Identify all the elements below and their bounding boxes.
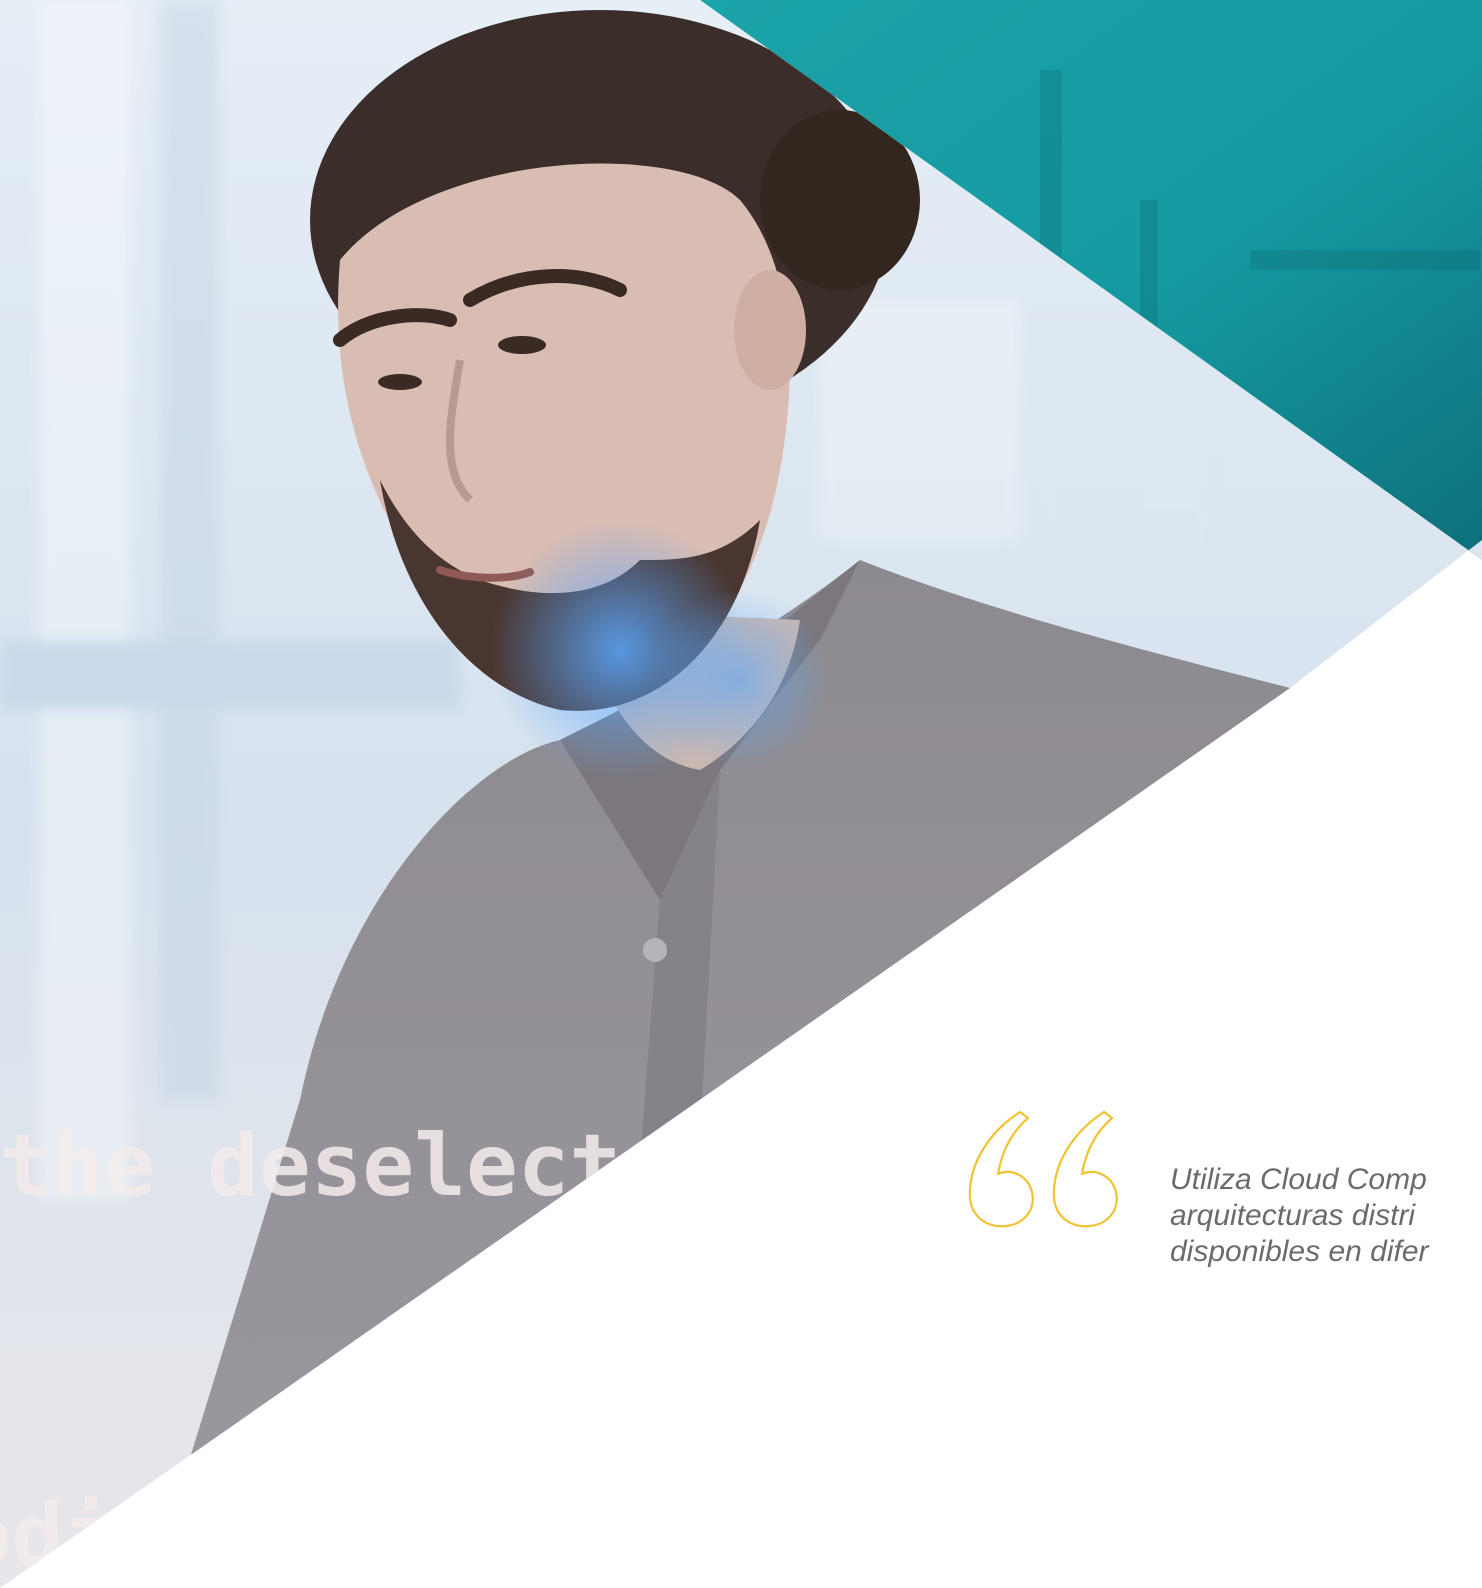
quote-mark-icon (968, 1110, 1118, 1228)
overlay-code-line-1: the deselecte (0, 1116, 673, 1216)
overlay-code-line-2: odif (0, 1486, 167, 1586)
quote-line-3: disponibles en difer (1170, 1235, 1429, 1268)
quote-line-1: Utiliza Cloud Comp (1170, 1163, 1427, 1196)
quote-line-2: arquitecturas distri (1170, 1199, 1416, 1232)
page: the deselecte odif Utiliza Cloud Comp ar… (0, 0, 1482, 1588)
quote-text: Utiliza Cloud Comp arquitecturas distri … (1170, 1162, 1482, 1270)
hero-photo: the deselecte odif (0, 0, 1482, 1588)
testimonial-quote: Utiliza Cloud Comp arquitecturas distri … (958, 1102, 1482, 1302)
